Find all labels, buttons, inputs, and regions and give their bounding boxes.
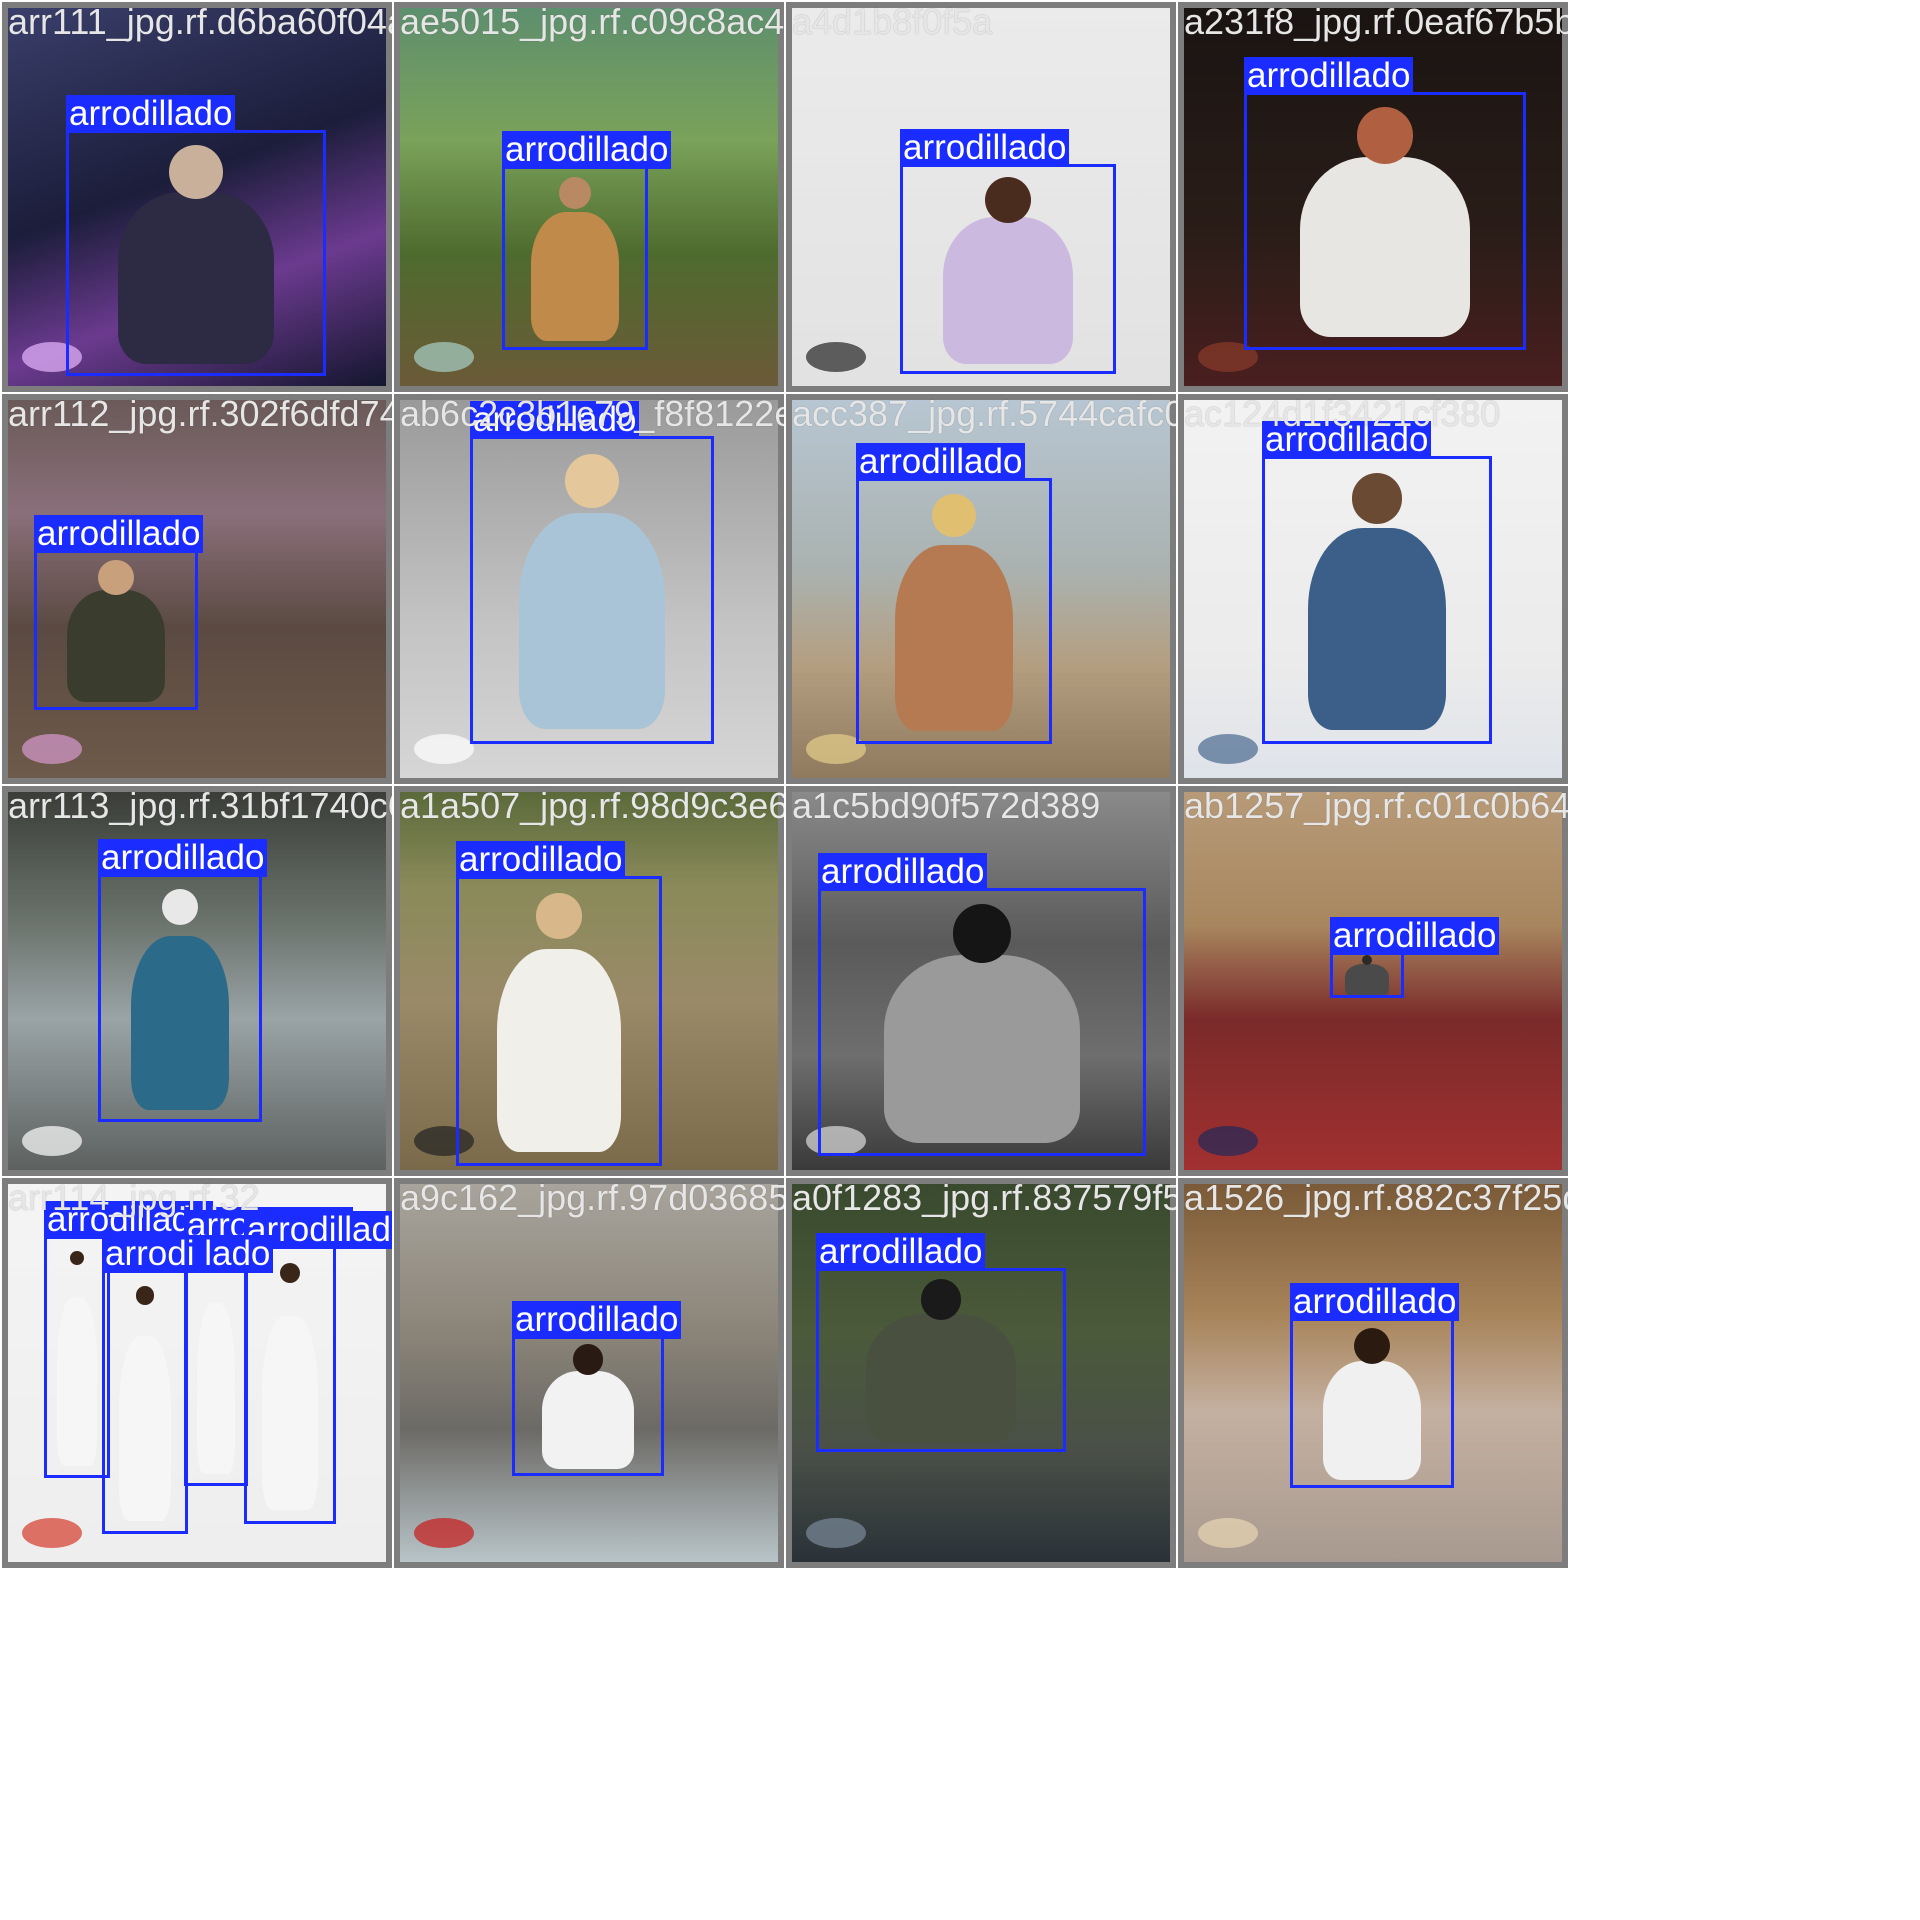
detection-box[interactable]: arrodillado [66,95,326,376]
scene-accent [806,342,866,372]
image-tile[interactable]: arrodilladoa9c162_jpg.rf.97d03685b2 [394,1178,784,1568]
detection-box[interactable]: arrodillado [34,515,204,710]
scene-accent [22,1518,82,1548]
detection-label: arrodillado [816,1233,986,1271]
image-tile[interactable]: arrodilladoa1a507_jpg.rf.98d9c3e6d973 [394,786,784,1176]
image-tile[interactable]: arrodilladoarr112_jpg.rf.302f6dfd74046 [2,394,392,784]
image-tile[interactable]: arrodillado a4d1b8f0f5a [786,2,1176,392]
detection-box[interactable]: arrodillado [244,1211,392,1524]
scene-accent [1198,1126,1258,1156]
image-tile[interactable]: arrodilladoab6c2c3b1c79_f8f8122ebd37916 [394,394,784,784]
image-tile[interactable]: arrodilladoarr113_jpg.rf.31bf1740c66e8 [2,786,392,1176]
detection-label: arrodillado [470,401,640,439]
image-tile[interactable]: arrodillado acc387_jpg.rf.5744cafc08 [786,394,1176,784]
detection-box[interactable]: arrodillado [1244,57,1526,350]
detection-box[interactable]: arrodillado [456,841,662,1166]
detection-box[interactable]: arrodillado [470,401,714,744]
scene-accent [414,1518,474,1548]
detection-label: arrodillado [856,443,1026,481]
detection-label: arrodillado [512,1301,682,1339]
detection-box[interactable]: arrodillado [1290,1283,1460,1488]
detection-label: arrodillado [1262,421,1432,459]
detection-label: arrodillado [1244,57,1414,95]
detection-label: arrodillado [98,839,268,877]
detection-label: arrodillado [818,853,988,891]
detection-box[interactable]: arrodillado [1330,917,1500,998]
detection-label: arrodillado [34,515,204,553]
detection-box[interactable]: arrodillado [856,443,1052,744]
scene-accent [806,1518,866,1548]
detection-label: arrodillado [456,841,626,879]
detection-label: arrodi lado [102,1235,274,1273]
detection-label: arrodillado [1330,917,1500,955]
detection-box[interactable]: arrodillado [98,839,268,1122]
scene-accent [414,734,474,764]
detection-box[interactable]: arrodillado [1262,421,1492,744]
detection-box[interactable]: arrodillado [512,1301,682,1476]
detection-box[interactable]: arrodillado [502,131,672,350]
detection-box[interactable]: arrodillado [44,1201,214,1478]
image-tile[interactable]: arrodilladoab1257_jpg.rf.c01c0b64203 [1178,786,1568,1176]
detection-label: arrodillado [502,131,672,169]
detection-label: arrodillado [1290,1283,1460,1321]
image-tile[interactable]: arrodilladoa231f8_jpg.rf.0eaf67b5bc668 [1178,2,1568,392]
image-tile[interactable]: arrodilladoarrodilladoarrodilladoarrodi … [2,1178,392,1568]
image-tile[interactable]: arrodilladoa1526_jpg.rf.882c37f25d0c [1178,1178,1568,1568]
detection-label: arrodillado [900,129,1070,167]
image-tile[interactable]: arrodilladoae5015_jpg.rf.c09c8ac42592 [394,2,784,392]
image-tile[interactable]: arrodilladoarr111_jpg.rf.d6ba60f04aa65 [2,2,392,392]
scene-accent [22,1126,82,1156]
image-tile[interactable]: arrodillado a0f1283_jpg.rf.837579f5b [786,1178,1176,1568]
detection-box[interactable]: arrodillado [816,1233,1066,1452]
scene-accent [1198,1518,1258,1548]
detection-box[interactable]: arrodillado [184,1207,354,1486]
detection-box[interactable]: arrodillado [818,853,1146,1156]
detection-box[interactable]: arrodillado [900,129,1116,374]
detection-box[interactable]: arrodi lado [102,1235,274,1534]
detection-label: arrodillado [66,95,236,133]
image-mosaic: arrodilladoarr111_jpg.rf.d6ba60f04aa65ar… [0,0,1920,1920]
scene-accent [22,734,82,764]
scene-accent [1198,734,1258,764]
image-tile[interactable]: arrodillado a1c5bd90f572d389 [786,786,1176,1176]
scene-accent [414,342,474,372]
image-tile[interactable]: arrodillado ac124d1f3421cf380 [1178,394,1568,784]
